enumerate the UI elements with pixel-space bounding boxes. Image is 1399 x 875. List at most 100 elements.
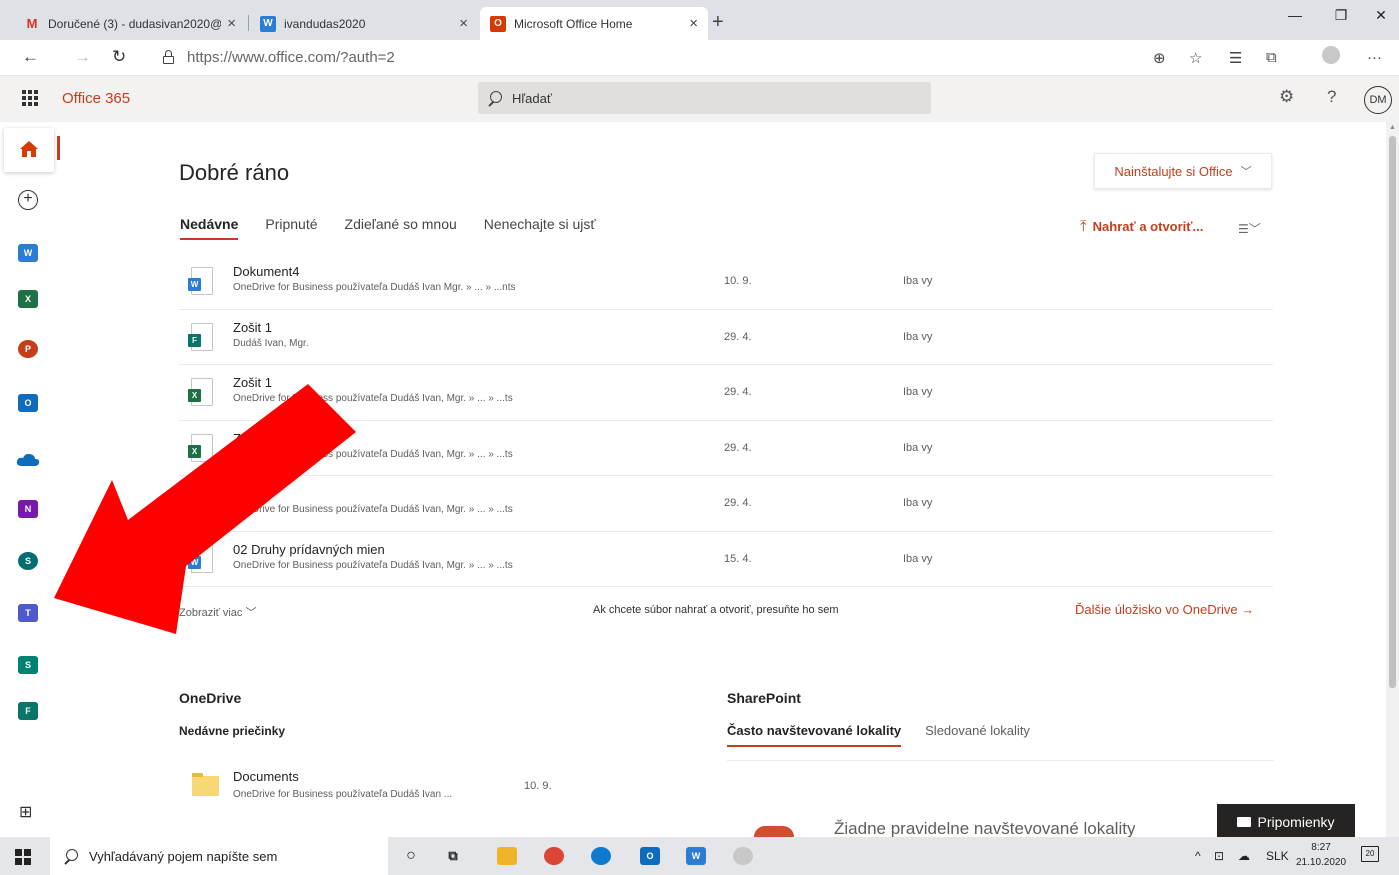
cortana-icon[interactable]: ○: [401, 847, 421, 865]
office-icon: O: [490, 15, 506, 32]
outlook-taskbar-icon[interactable]: O: [640, 847, 660, 865]
file-tabs: Nedávne Pripnuté Zdieľané so mnou Nenech…: [180, 216, 623, 240]
file-name[interactable]: Zošit 1: [233, 486, 272, 501]
tab-title: Doručené (3) - dudasivan2020@: [48, 16, 222, 31]
file-sharing: Iba vy: [903, 275, 933, 287]
tab-pinned[interactable]: Pripnuté: [265, 216, 317, 232]
table-row[interactable]: W 02 Druhy prídavných mien OneDrive for …: [179, 532, 1273, 587]
all-apps-icon[interactable]: ⊞: [19, 802, 32, 822]
onedrive-heading[interactable]: OneDrive: [179, 690, 241, 706]
table-row[interactable]: X Zošit 1 OneDrive for Business používat…: [179, 476, 1273, 532]
sway-icon[interactable]: S: [18, 656, 38, 674]
language-indicator[interactable]: SLK: [1266, 849, 1289, 863]
file-date: 29. 4.: [724, 386, 752, 398]
network-icon[interactable]: ⊡: [1214, 849, 1224, 863]
browser-tab-word[interactable]: W ivandudas2020 ×: [250, 7, 478, 40]
settings-gear-icon[interactable]: ⚙: [1279, 87, 1294, 107]
install-office-button[interactable]: Nainštalujte si Office ﹀: [1094, 153, 1272, 189]
browser-tab-office[interactable]: O Microsoft Office Home ×: [480, 7, 708, 40]
show-more-link[interactable]: Zobraziť viac ﹀: [179, 604, 256, 620]
file-location: OneDrive for Business používateľa Dudáš …: [233, 448, 513, 460]
table-row[interactable]: X Zošit 1 OneDrive for Business používat…: [179, 365, 1273, 421]
excel-icon[interactable]: X: [18, 290, 38, 308]
table-row[interactable]: X Zošit 1 OneDrive for Business používat…: [179, 421, 1273, 476]
notification-icon[interactable]: 20: [1361, 846, 1379, 862]
lock-icon: [163, 50, 174, 64]
powerpoint-icon[interactable]: P: [18, 340, 38, 358]
favorite-star-icon[interactable]: ☆: [1189, 49, 1202, 67]
collections-icon[interactable]: ⧉: [1266, 49, 1277, 66]
table-row[interactable]: W Dokument4 OneDrive for Business použív…: [179, 254, 1273, 310]
close-icon[interactable]: ×: [227, 15, 236, 32]
app-taskbar-icon[interactable]: [733, 847, 753, 865]
brand-title[interactable]: Office 365: [62, 90, 130, 107]
onedrive-icon[interactable]: [16, 452, 40, 466]
upload-open-button[interactable]: ⤒ Nahrať a otvoriť...: [1080, 218, 1203, 235]
folder-name[interactable]: Documents: [233, 769, 299, 784]
forward-icon[interactable]: →: [74, 47, 91, 67]
home-icon[interactable]: [19, 140, 39, 158]
url-field[interactable]: https://www.office.com/?auth=2: [187, 49, 395, 66]
chevron-down-icon: ﹀: [245, 607, 257, 619]
new-tab-icon[interactable]: +: [712, 11, 724, 34]
more-onedrive-link[interactable]: Ďalšie úložisko vo OneDrive →: [1075, 602, 1254, 617]
file-name[interactable]: Zošit 1: [233, 375, 272, 390]
scroll-up-icon[interactable]: ▲: [1389, 124, 1396, 131]
app-rail: + W X P O N S T S F ⊞: [0, 122, 60, 837]
browser-tab-gmail[interactable]: M Doručené (3) - dudasivan2020@ ×: [14, 7, 246, 40]
close-icon[interactable]: ×: [689, 15, 698, 32]
excel-file-icon: X: [188, 489, 213, 517]
outlook-icon[interactable]: O: [18, 394, 38, 412]
file-location: OneDrive for Business používateľa Dudáš …: [233, 393, 513, 404]
folder-date: 10. 9.: [524, 780, 552, 792]
tab-discover[interactable]: Nenechajte si ujsť: [484, 216, 596, 232]
cloud-icon[interactable]: ☁: [1238, 849, 1250, 863]
word-file-icon: W: [188, 267, 213, 295]
forms-icon[interactable]: F: [18, 702, 38, 720]
onenote-icon[interactable]: N: [18, 500, 38, 518]
sharepoint-heading[interactable]: SharePoint: [727, 690, 801, 706]
create-icon[interactable]: +: [18, 190, 38, 210]
close-icon[interactable]: ×: [459, 15, 468, 32]
favorites-list-icon[interactable]: ☰: [1229, 49, 1242, 67]
profile-icon[interactable]: [1322, 46, 1340, 64]
taskbar-clock[interactable]: 8:27 21.10.2020: [1296, 840, 1346, 870]
search-input[interactable]: Hľadať: [478, 82, 931, 114]
tab-title: ivandudas2020: [284, 16, 366, 31]
help-icon[interactable]: ?: [1327, 87, 1336, 107]
windows-start-icon[interactable]: [15, 849, 31, 865]
file-sharing: Iba vy: [903, 441, 933, 454]
app-launcher-icon[interactable]: [22, 90, 38, 106]
teams-icon[interactable]: T: [18, 604, 38, 622]
table-row[interactable]: F Zošit 1 Dudáš Ivan, Mgr. 29. 4. Iba vy: [179, 310, 1273, 365]
task-view-icon[interactable]: ⧉: [443, 847, 463, 865]
file-name[interactable]: Dokument4: [233, 264, 299, 279]
word-icon[interactable]: W: [18, 244, 38, 262]
sharepoint-icon[interactable]: S: [18, 552, 38, 570]
tray-chevron-up-icon[interactable]: ^: [1195, 849, 1201, 863]
edge-icon[interactable]: [591, 847, 611, 865]
avatar[interactable]: DM: [1364, 86, 1392, 114]
more-menu-icon[interactable]: ···: [1367, 49, 1382, 66]
forms-file-icon: F: [188, 322, 213, 351]
refresh-icon[interactable]: ↻: [112, 47, 126, 67]
add-site-icon[interactable]: ⊕: [1153, 49, 1166, 67]
tab-frequent-sites[interactable]: Často navštevované lokality: [727, 723, 902, 747]
tab-followed-sites[interactable]: Sledované lokality: [925, 723, 1030, 738]
file-name[interactable]: Zošit 1: [233, 431, 272, 446]
feedback-button[interactable]: Pripomienky: [1217, 804, 1355, 840]
sort-list-icon[interactable]: ☰﹀: [1238, 220, 1261, 237]
tab-shared[interactable]: Zdieľané so mnou: [345, 216, 457, 232]
taskbar-search-input[interactable]: Vyhľadávaný pojem napíšte sem: [50, 837, 388, 875]
scrollbar-thumb[interactable]: [1389, 136, 1396, 688]
word-taskbar-icon[interactable]: W: [686, 847, 706, 865]
file-name[interactable]: 02 Druhy prídavných mien: [233, 542, 385, 557]
page-scrollbar[interactable]: ▲: [1386, 122, 1399, 837]
file-name[interactable]: Zošit 1: [233, 320, 272, 335]
tab-recent[interactable]: Nedávne: [180, 216, 239, 240]
window-close-icon[interactable]: ✕: [1358, 7, 1399, 24]
chrome-icon[interactable]: [544, 847, 564, 865]
back-icon[interactable]: ←: [22, 47, 39, 67]
minimize-icon[interactable]: —: [1272, 7, 1318, 23]
file-explorer-icon[interactable]: [497, 847, 517, 865]
